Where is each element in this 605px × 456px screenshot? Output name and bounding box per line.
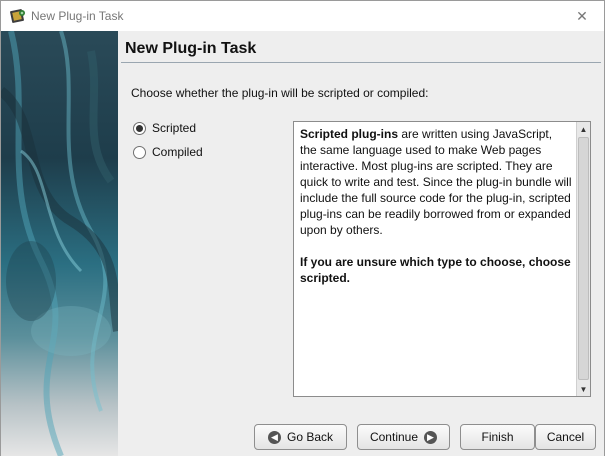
close-icon: ✕ — [576, 7, 588, 24]
instruction-text: Choose whether the plug-in will be scrip… — [131, 86, 429, 100]
finish-button[interactable]: Finish — [460, 424, 535, 450]
back-arrow-icon: ◀ — [267, 430, 281, 444]
continue-button[interactable]: Continue ▶ — [357, 424, 450, 450]
forward-arrow-icon: ▶ — [424, 430, 438, 444]
title-bar: New Plug-in Task ✕ — [1, 1, 604, 31]
decorative-art — [1, 31, 118, 456]
description-body: are written using JavaScript, the same l… — [300, 127, 572, 237]
heading-divider — [121, 62, 601, 63]
radio-selected-dot — [136, 124, 143, 132]
window-title: New Plug-in Task — [31, 9, 124, 23]
scroll-up-arrow-icon[interactable]: ▲ — [577, 122, 590, 136]
scripted-label: Scripted — [152, 121, 197, 135]
go-back-button[interactable]: ◀ Go Back — [254, 424, 347, 450]
description-bold-lead: Scripted plug-ins — [300, 127, 399, 141]
scroll-down-arrow-icon[interactable]: ▼ — [577, 382, 590, 396]
wizard-side-image — [1, 31, 118, 456]
dialog-window: New Plug-in Task ✕ New Plug-in Task Choo… — [0, 0, 605, 456]
description-panel[interactable]: Scripted plug-ins are written using Java… — [293, 121, 591, 397]
description-paragraph-2: If you are unsure which type to choose, … — [300, 254, 572, 286]
scroll-thumb[interactable] — [578, 137, 589, 380]
compiled-radio-option[interactable]: Compiled — [133, 145, 203, 159]
go-back-label: Go Back — [286, 430, 334, 444]
scripted-radio-option[interactable]: Scripted — [133, 121, 196, 135]
close-button[interactable]: ✕ — [560, 1, 604, 31]
finish-label: Finish — [481, 430, 514, 444]
description-paragraph-1: Scripted plug-ins are written using Java… — [300, 126, 572, 238]
description-advice: If you are unsure which type to choose, … — [300, 255, 571, 285]
vertical-scrollbar[interactable]: ▲ ▼ — [576, 122, 590, 396]
cancel-label: Cancel — [546, 430, 585, 444]
cancel-button[interactable]: Cancel — [535, 424, 596, 450]
continue-label: Continue — [369, 430, 419, 444]
page-title: New Plug-in Task — [125, 40, 257, 57]
description-text: Scripted plug-ins are written using Java… — [300, 126, 572, 302]
plugin-film-icon — [10, 9, 25, 23]
compiled-radio[interactable] — [133, 145, 146, 159]
compiled-label: Compiled — [152, 145, 203, 159]
scripted-radio[interactable] — [133, 121, 146, 135]
wizard-content: New Plug-in Task Choose whether the plug… — [118, 31, 604, 456]
